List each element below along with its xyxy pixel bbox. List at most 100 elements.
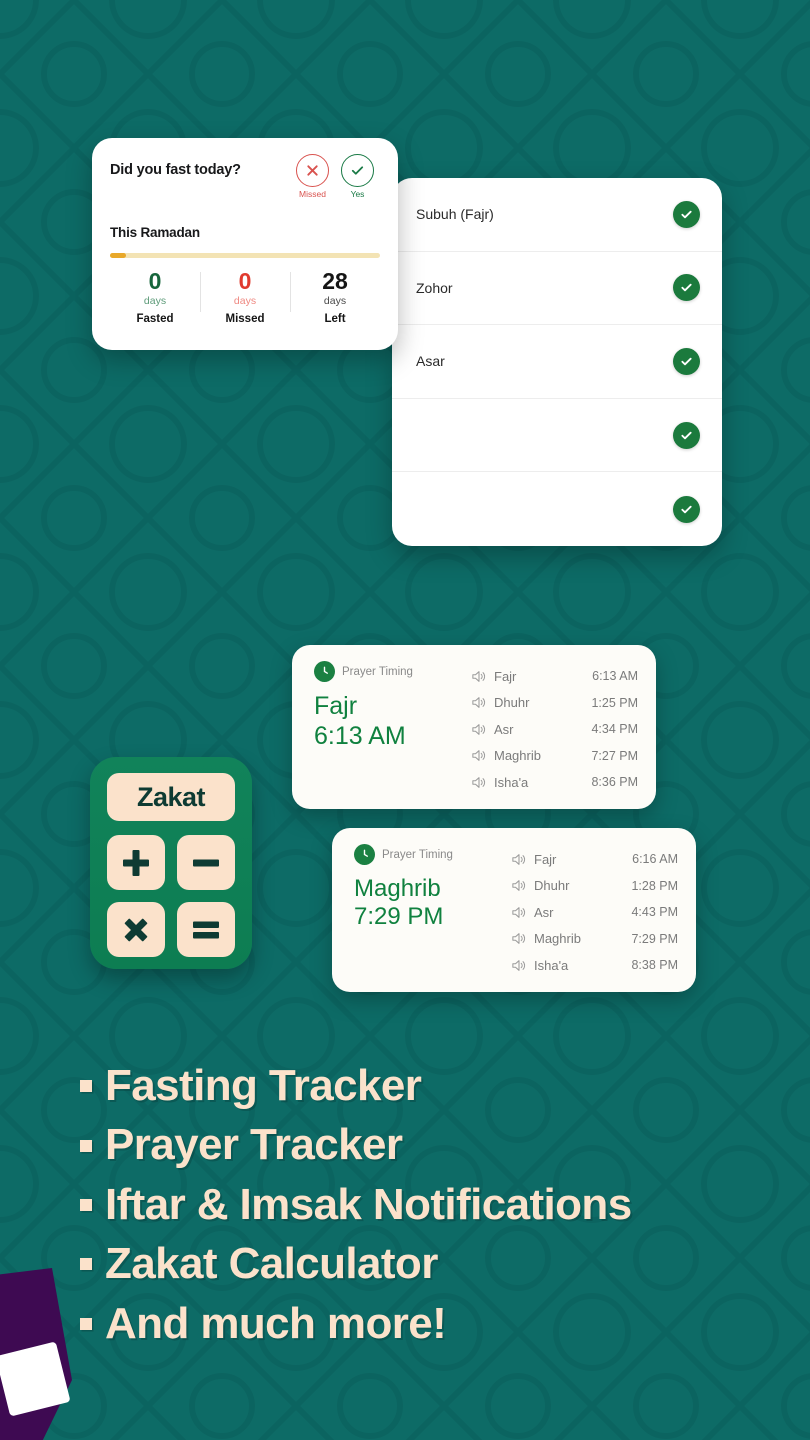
close-icon (296, 154, 329, 187)
square-bullet-icon (80, 1317, 92, 1330)
zakat-calculator-icon[interactable]: Zakat (90, 757, 252, 969)
speaker-icon[interactable] (472, 776, 494, 789)
prayer-timing-item[interactable]: Isha'a 8:36 PM (472, 769, 638, 796)
speaker-icon[interactable] (512, 906, 534, 919)
feature-list-item: Zakat Calculator (80, 1239, 780, 1289)
prayer-timing-item[interactable]: Fajr 6:13 AM (472, 663, 638, 690)
prayer-item-name: Isha'a (494, 774, 529, 790)
prayer-timing-item[interactable]: Dhuhr 1:28 PM (512, 873, 678, 900)
this-ramadan-title: This Ramadan (110, 225, 200, 240)
speaker-icon[interactable] (512, 959, 534, 972)
stat-left-value: 28 (322, 268, 348, 294)
prayer-checklist-row[interactable]: Subuh (Fajr) (392, 178, 722, 252)
speaker-icon[interactable] (472, 723, 494, 736)
check-icon (341, 154, 374, 187)
prayer-timing-item[interactable]: Fajr 6:16 AM (512, 846, 678, 873)
feature-list: Fasting Tracker Prayer Tracker Iftar & I… (80, 1061, 780, 1359)
stat-fasted-unit: days (143, 295, 167, 307)
prayer-item-time: 8:36 PM (591, 775, 638, 790)
fasting-tracker-card: Did you fast today? Missed Yes This Rama… (92, 138, 398, 350)
speaker-icon[interactable] (472, 670, 494, 683)
feature-list-item: And much more! (80, 1299, 780, 1348)
prayer-timing-header: Prayer Timing (354, 844, 504, 865)
prayer-timing-widget-fajr: Prayer Timing Fajr 6:13 AM Fajr 6:13 AM (292, 645, 656, 809)
ramadan-progress-bar (110, 253, 380, 258)
feature-label: Prayer Tracker (105, 1120, 403, 1170)
prayer-item-time: 7:27 PM (591, 748, 638, 763)
speaker-icon[interactable] (512, 932, 534, 945)
multiply-icon[interactable] (107, 902, 165, 957)
current-prayer-name: Maghrib (354, 875, 441, 902)
stat-missed: 0 days Missed (200, 270, 290, 325)
prayer-checklist-card: Subuh (Fajr) Zohor Asar (392, 178, 722, 546)
check-circle-icon[interactable] (673, 495, 700, 523)
equals-icon[interactable] (177, 902, 235, 957)
check-circle-icon[interactable] (673, 274, 700, 302)
fasting-yes-label: Yes (350, 189, 365, 199)
feature-list-item: Iftar & Imsak Notifications (80, 1179, 780, 1229)
stat-left-unit: days (323, 295, 347, 307)
stat-fasted-value: 0 (148, 268, 162, 294)
feature-list-item: Fasting Tracker (80, 1061, 780, 1110)
prayer-checklist-row[interactable]: Zohor (392, 252, 722, 326)
stat-fasted: 0 days Fasted (110, 268, 200, 326)
square-bullet-icon (80, 1080, 92, 1093)
fasting-missed-label: Missed (299, 189, 326, 199)
prayer-item-time: 6:16 AM (632, 852, 678, 867)
stat-left: 28 days Left (290, 270, 380, 325)
prayer-item-name: Asr (534, 904, 554, 920)
prayer-timing-item[interactable]: Asr 4:43 PM (512, 899, 678, 926)
stat-missed-value: 0 (238, 268, 252, 294)
prayer-item-time: 4:34 PM (591, 722, 638, 737)
minus-icon[interactable] (177, 835, 235, 890)
prayer-timing-summary: Prayer Timing Fajr 6:13 AM (314, 661, 464, 793)
feature-label: Zakat Calculator (105, 1239, 438, 1289)
prayer-timing-header-label: Prayer Timing (382, 848, 453, 861)
prayer-timing-header: Prayer Timing (314, 661, 464, 682)
prayer-item-time: 6:13 AM (592, 669, 638, 684)
prayer-item-name: Maghrib (534, 931, 581, 947)
clock-icon (314, 661, 335, 682)
fasting-question-row: Did you fast today? Missed Yes (110, 154, 380, 199)
zakat-display: Zakat (107, 773, 235, 821)
prayer-item-time: 7:29 PM (631, 931, 678, 946)
check-circle-icon[interactable] (673, 347, 700, 375)
prayer-timing-item[interactable]: Isha'a 8:38 PM (512, 952, 678, 979)
prayer-item-name: Fajr (534, 851, 557, 867)
square-bullet-icon (80, 1139, 92, 1152)
prayer-checklist-row[interactable]: Asar (392, 325, 722, 399)
prayer-timing-item[interactable]: Dhuhr 1:25 PM (472, 690, 638, 717)
speaker-icon[interactable] (512, 853, 534, 866)
prayer-item-time: 4:43 PM (631, 905, 678, 920)
prayer-timing-summary: Prayer Timing Maghrib 7:29 PM (354, 844, 504, 976)
fasting-stats-row: 0 days Fasted 0 days Missed 28 days Left (110, 268, 380, 326)
prayer-item-name: Asr (494, 721, 514, 737)
square-bullet-icon (80, 1198, 92, 1211)
stat-left-label: Left (324, 313, 346, 325)
speaker-icon[interactable] (472, 749, 494, 762)
prayer-timing-item[interactable]: Maghrib 7:27 PM (472, 743, 638, 770)
prayer-checklist-row[interactable] (392, 399, 722, 473)
fasting-missed-button[interactable]: Missed (296, 154, 329, 199)
prayer-timing-item[interactable]: Maghrib 7:29 PM (512, 926, 678, 953)
prayer-timing-item[interactable]: Asr 4:34 PM (472, 716, 638, 743)
check-circle-icon[interactable] (673, 421, 700, 449)
plus-icon[interactable] (107, 835, 165, 890)
speaker-icon[interactable] (472, 696, 494, 709)
current-prayer-time: 7:29 PM (354, 903, 444, 931)
feature-label: Fasting Tracker (105, 1061, 422, 1110)
prayer-name: Subuh (Fajr) (416, 206, 494, 223)
prayer-checklist-row[interactable] (392, 472, 722, 546)
feature-label: Iftar & Imsak Notifications (105, 1179, 632, 1229)
prayer-item-name: Maghrib (494, 748, 541, 764)
fasting-question-label: Did you fast today? (110, 162, 241, 178)
prayer-item-name: Isha'a (534, 957, 569, 973)
fasting-choice-group: Missed Yes (296, 154, 380, 199)
prayer-item-time: 8:38 PM (631, 958, 678, 973)
current-prayer-name: Fajr (314, 692, 358, 720)
prayer-item-name: Dhuhr (494, 695, 530, 711)
prayer-name: Asar (416, 353, 445, 370)
check-circle-icon[interactable] (673, 200, 700, 228)
fasting-yes-button[interactable]: Yes (341, 154, 374, 199)
speaker-icon[interactable] (512, 879, 534, 892)
